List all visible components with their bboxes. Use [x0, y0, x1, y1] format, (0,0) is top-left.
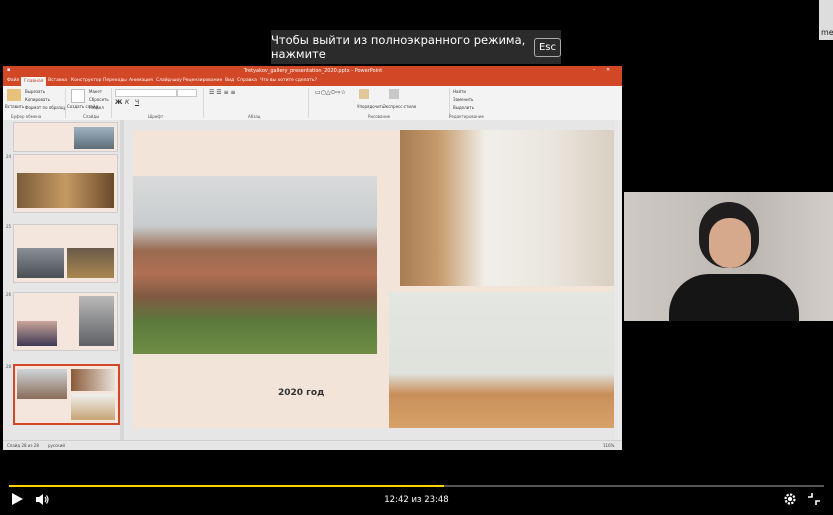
group-label-paragraph: Абзац: [248, 114, 261, 119]
quick-styles-icon[interactable]: [389, 89, 399, 99]
zoom-level[interactable]: 116%: [603, 443, 614, 448]
ppt-titlebar: Tretyakov_gallery_presentation_2020.pptx…: [3, 66, 622, 77]
font-name-select[interactable]: [115, 89, 177, 97]
shapes-gallery[interactable]: ▭○△⬭⇨☆: [315, 89, 355, 109]
thumbnail-scrollbar[interactable]: [120, 120, 124, 440]
participant-thumbnail-label: me: [821, 28, 833, 37]
thumbnail-photo: [71, 394, 115, 420]
tab-home[interactable]: Главная: [21, 77, 47, 86]
paste-button[interactable]: Вставить: [5, 104, 24, 109]
slide-number: 25: [6, 224, 12, 229]
group-label-font: Шрифт: [148, 114, 164, 119]
webcam-person-body: [669, 274, 799, 321]
ribbon-separator: [308, 88, 309, 118]
quick-styles-button[interactable]: Экспресс-стили: [383, 104, 416, 109]
italic-button[interactable]: К: [125, 99, 129, 106]
tab-view[interactable]: Вид: [225, 78, 234, 83]
slide-thumbnail[interactable]: [13, 224, 118, 283]
bullets-button[interactable]: ☰ ☰ ≡ ≡: [209, 89, 236, 96]
slide-scrollbar[interactable]: [615, 120, 621, 440]
save-icon[interactable]: ▪: [7, 67, 10, 73]
tab-design[interactable]: Конструктор: [71, 78, 101, 83]
group-label-clipboard: Буфер обмена: [11, 114, 42, 119]
select-button[interactable]: Выделить: [453, 105, 474, 110]
copy-button[interactable]: Копировать: [25, 97, 50, 102]
group-label-editing: Редактирование: [449, 114, 484, 119]
find-button[interactable]: Найти: [453, 89, 466, 94]
slide-photo-gallery-hall[interactable]: [400, 130, 614, 286]
close-icon[interactable]: ✕: [606, 67, 610, 73]
ribbon-separator: [203, 88, 204, 118]
slide-thumbnail[interactable]: [13, 122, 118, 152]
slide-photo-aerial-gallery[interactable]: [133, 176, 377, 354]
font-size-select[interactable]: [177, 89, 197, 97]
ribbon-separator: [111, 88, 112, 118]
thumbnail-photo: [17, 369, 67, 399]
fullscreen-toast: Чтобы выйти из полноэкранного режима, на…: [271, 30, 561, 64]
slide-canvas[interactable]: 2020 год: [133, 130, 614, 428]
ppt-workarea: 24 25 26 28 2020 год: [3, 120, 622, 440]
webcam-person-face: [709, 218, 751, 268]
powerpoint-window: Tretyakov_gallery_presentation_2020.pptx…: [3, 66, 622, 450]
webcam-video: [624, 192, 833, 321]
thumbnail-photo: [17, 173, 114, 208]
underline-button[interactable]: Ч: [135, 99, 139, 106]
reset-button[interactable]: Сбросить: [89, 97, 109, 102]
playback-time: 12:42 из 23:48: [384, 495, 449, 505]
tell-me-search[interactable]: Что вы хотите сделать?: [260, 78, 317, 83]
slide-thumbnail[interactable]: [13, 154, 118, 213]
exit-fullscreen-icon[interactable]: [807, 492, 821, 506]
progress-fill: [9, 485, 445, 487]
tab-transitions[interactable]: Переходы: [103, 78, 127, 83]
tab-help[interactable]: Справка: [237, 78, 257, 83]
slide-thumbnail[interactable]: [13, 292, 118, 351]
arrange-icon[interactable]: [359, 89, 369, 99]
gear-icon[interactable]: [783, 492, 797, 506]
slide-number: 26: [6, 292, 12, 297]
paste-icon[interactable]: [7, 89, 21, 101]
group-label-slides: Слайды: [83, 114, 100, 119]
ppt-statusbar: Слайд 28 из 28 русский 116%: [3, 440, 622, 450]
slide-number: 28: [6, 364, 12, 369]
ppt-window-title: Tretyakov_gallery_presentation_2020.pptx…: [243, 68, 383, 74]
slide-thumbnail-selected[interactable]: [13, 364, 120, 425]
tab-file[interactable]: Файл: [7, 78, 19, 83]
arrange-button[interactable]: Упорядочить: [357, 104, 384, 109]
tab-slideshow[interactable]: Слайд-шоу: [156, 78, 182, 83]
ribbon: Вставить Вырезать Копировать Формат по о…: [3, 86, 622, 121]
layout-button[interactable]: Макет: [89, 89, 102, 94]
tab-review[interactable]: Рецензирование: [183, 78, 222, 83]
ribbon-separator: [65, 88, 66, 118]
thumbnail-photo: [17, 248, 64, 278]
cut-button[interactable]: Вырезать: [25, 89, 45, 94]
new-slide-icon[interactable]: [71, 89, 85, 103]
slide-thumbnail-pane: 24 25 26 28: [3, 120, 121, 440]
group-label-drawing: Рисование: [368, 114, 391, 119]
tab-insert[interactable]: Вставка: [48, 78, 67, 83]
thumbnail-photo: [74, 127, 114, 149]
slide-photo-gallery-room[interactable]: [389, 292, 614, 428]
bold-button[interactable]: Ж: [115, 99, 122, 106]
thumbnail-photo: [79, 296, 114, 346]
tab-animation[interactable]: Анимация: [129, 78, 153, 83]
slide-year-caption: 2020 год: [278, 388, 325, 398]
esc-key-badge: Esc: [533, 37, 561, 57]
minimize-icon[interactable]: –: [593, 67, 596, 73]
status-slide-count: Слайд 28 из 28: [7, 443, 39, 448]
thumbnail-photo: [67, 248, 114, 278]
ribbon-tabs: Файл Главная Вставка Конструктор Переход…: [3, 77, 622, 86]
slide-number: 24: [6, 154, 12, 159]
status-language: русский: [48, 443, 65, 448]
format-painter-button[interactable]: Формат по образцу: [25, 105, 66, 110]
thumbnail-photo: [71, 369, 115, 391]
replace-button[interactable]: Заменить: [453, 97, 473, 102]
toast-text: Чтобы выйти из полноэкранного режима, на…: [271, 33, 526, 61]
section-button[interactable]: Раздел: [89, 105, 104, 110]
thumbnail-photo: [17, 321, 57, 346]
